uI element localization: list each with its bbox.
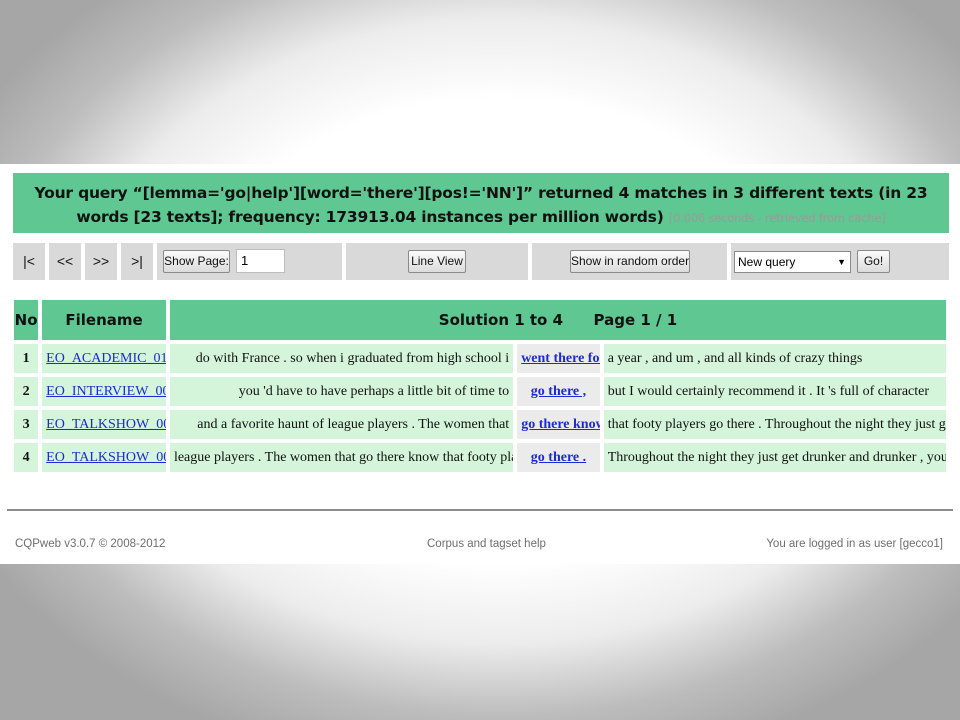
solution-range: Solution 1 to 4 — [438, 311, 564, 329]
table-row: 1 EO_ACADEMIC_010 do with France . so wh… — [14, 344, 946, 373]
query-timing: [0.006 seconds - retrieved from cache] — [668, 211, 886, 225]
random-order-panel: Show in random order — [532, 243, 727, 280]
row-number: 4 — [14, 443, 39, 472]
concordance-table: No Filename Solution 1 to 4 Page 1 / 1 1… — [10, 296, 950, 476]
random-order-button[interactable]: Show in random order — [570, 250, 690, 273]
next-page-button[interactable]: >> — [85, 243, 117, 280]
page-indicator: Page 1 / 1 — [593, 311, 678, 329]
cqpweb-concordance-page: Your query “[lemma='go|help'][word='ther… — [7, 168, 953, 558]
show-page-panel: Show Page: 1 — [157, 243, 342, 280]
chevron-down-icon: ▼ — [837, 257, 846, 267]
table-row: 3 EO_TALKSHOW_005 and a favorite haunt o… — [14, 410, 946, 439]
node-link[interactable]: went there for — [521, 351, 600, 366]
node-link[interactable]: go there , — [531, 384, 586, 399]
right-context: that footy players go there . Throughout… — [603, 410, 946, 439]
column-header-no: No — [14, 300, 39, 340]
filename-link[interactable]: EO_INTERVIEW_005 — [46, 384, 166, 399]
column-header-filename: Filename — [42, 300, 166, 340]
action-select[interactable]: New query ▼ — [734, 251, 851, 273]
table-row: 2 EO_INTERVIEW_005 you 'd have to have p… — [14, 377, 946, 406]
filename-link[interactable]: EO_TALKSHOW_005 — [46, 450, 166, 465]
go-button[interactable]: Go! — [857, 250, 890, 273]
left-context: and a favorite haunt of league players .… — [169, 410, 514, 439]
left-context: league players . The women that go there… — [169, 443, 514, 472]
logged-in-user: You are logged in as user [gecco1] — [766, 538, 943, 550]
action-panel: New query ▼ Go! — [731, 243, 949, 280]
left-context: you 'd have to have perhaps a little bit… — [169, 377, 514, 406]
filename-link[interactable]: EO_TALKSHOW_005 — [46, 417, 166, 432]
help-link[interactable]: Corpus and tagset help — [427, 538, 546, 550]
table-row: 4 EO_TALKSHOW_005 league players . The w… — [14, 443, 946, 472]
right-context: Throughout the night they just get drunk… — [603, 443, 946, 472]
line-view-panel: Line View — [346, 243, 528, 280]
node-link[interactable]: go there know — [521, 417, 600, 432]
row-number: 1 — [14, 344, 39, 373]
query-summary-banner: Your query “[lemma='go|help'][word='ther… — [13, 173, 949, 233]
column-header-solution: Solution 1 to 4 Page 1 / 1 — [169, 300, 946, 340]
right-context: a year , and um , and all kinds of crazy… — [603, 344, 946, 373]
concordance-header-row: No Filename Solution 1 to 4 Page 1 / 1 — [14, 300, 946, 340]
left-context: do with France . so when i graduated fro… — [169, 344, 514, 373]
row-number: 2 — [14, 377, 39, 406]
page-number-input[interactable]: 1 — [236, 249, 285, 273]
show-page-button[interactable]: Show Page: — [163, 250, 230, 273]
row-number: 3 — [14, 410, 39, 439]
node-link[interactable]: go there . — [531, 450, 586, 465]
right-context: but I would certainly recommend it . It … — [603, 377, 946, 406]
version-text: CQPweb v3.0.7 © 2008-2012 — [15, 538, 166, 550]
action-select-value: New query — [738, 255, 796, 269]
footer-divider — [7, 509, 953, 511]
first-page-button[interactable]: |< — [13, 243, 45, 280]
line-view-button[interactable]: Line View — [408, 250, 466, 273]
last-page-button[interactable]: >| — [121, 243, 153, 280]
filename-link[interactable]: EO_ACADEMIC_010 — [46, 351, 166, 366]
previous-page-button[interactable]: << — [49, 243, 81, 280]
concordance-controls: |< << >> >| Show Page: 1 Line View Show … — [13, 243, 949, 280]
